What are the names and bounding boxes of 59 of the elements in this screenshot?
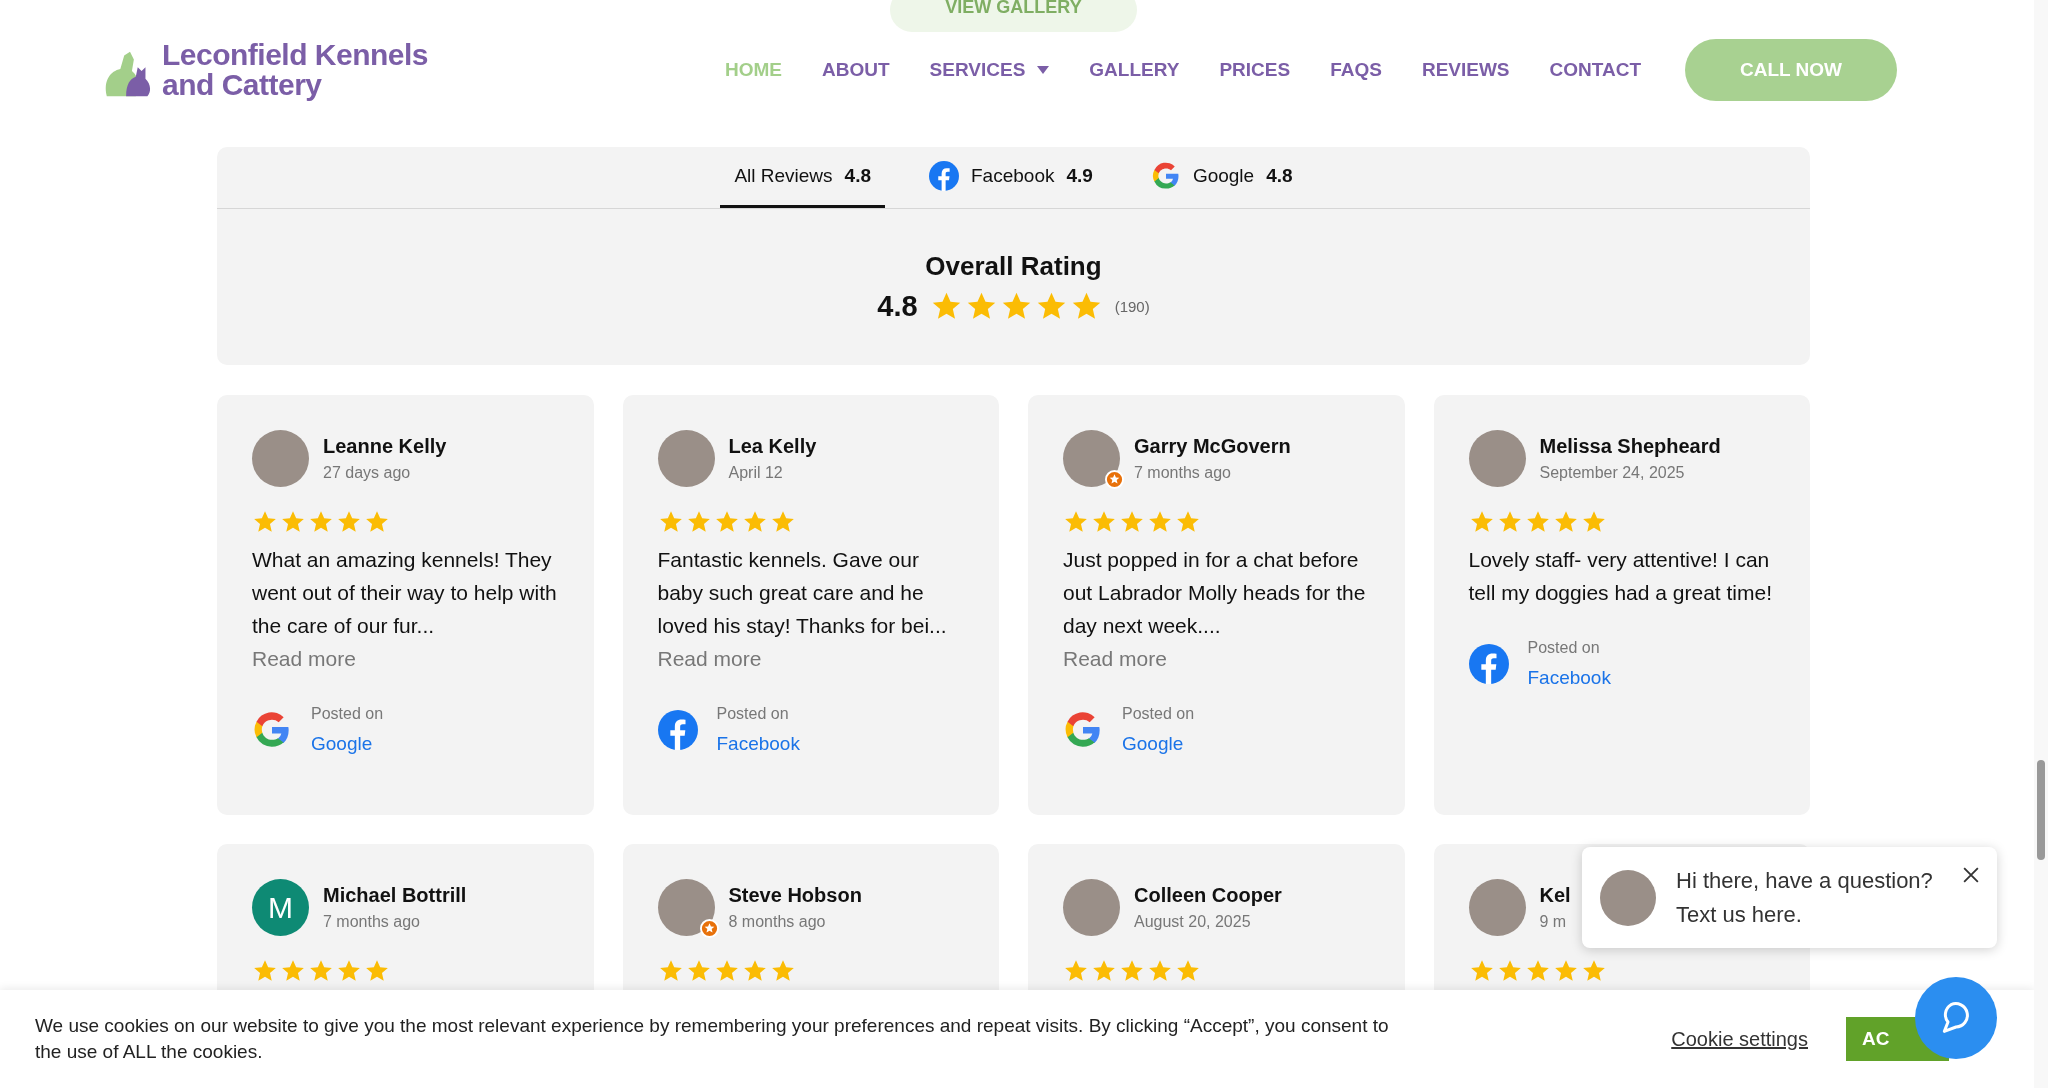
chat-message: Hi there, have a question? Text us here. xyxy=(1676,866,1934,929)
google-icon xyxy=(1150,161,1181,191)
reviewer-name: Kel xyxy=(1539,884,1571,907)
nav-link[interactable]: FAQS xyxy=(1330,59,1382,81)
review-date: 7 months ago xyxy=(323,913,421,931)
review-date: 27 days ago xyxy=(323,464,412,482)
source-link[interactable]: Facebook xyxy=(716,733,800,755)
review-tab[interactable]: Google 4.8 xyxy=(1136,147,1307,208)
reviewer-name: Melissa Shepheard xyxy=(1539,435,1721,458)
overall-rating-value: 4.8 xyxy=(877,290,918,323)
review-date: 9 m xyxy=(1539,913,1568,931)
review-date: 7 months ago xyxy=(1134,464,1232,482)
nav-link[interactable]: PRICES xyxy=(1219,59,1291,81)
review-date: April 12 xyxy=(728,464,784,482)
posted-on-label: Posted on xyxy=(1527,639,1601,657)
review-tab[interactable]: Facebook 4.9 xyxy=(915,147,1107,208)
nav-link[interactable]: GALLERY xyxy=(1089,59,1180,81)
posted-on-label: Posted on xyxy=(716,705,790,723)
read-more-link[interactable]: Read more xyxy=(657,642,762,675)
source-link[interactable]: Google xyxy=(311,733,384,755)
review-date: September 24, 2025 xyxy=(1539,464,1686,482)
reviewer-name: Steve Hobson xyxy=(728,884,862,907)
review-date: August 20, 2025 xyxy=(1134,913,1252,931)
review-text: What an amazing kennels! They went out of their way to help with the care of our fur... xyxy=(252,547,558,639)
review-text: Lovely staff- very attentive! I can tell my doggies had a great time! xyxy=(1468,547,1773,606)
posted-on-label: Posted on xyxy=(1122,705,1195,723)
posted-on-label: Posted on xyxy=(311,705,384,723)
facebook-icon xyxy=(657,710,698,750)
reviewer-name: Garry McGovern xyxy=(1134,435,1291,458)
reviewer-name: Lea Kelly xyxy=(728,435,817,458)
nav-link[interactable]: SERVICES xyxy=(929,59,1050,81)
source-link[interactable]: Google xyxy=(1122,733,1195,755)
review-text: Just popped in for a chat before out Labrador Molly heads for the day next week.... xyxy=(1063,547,1367,639)
nav-link[interactable]: ABOUT xyxy=(822,59,890,81)
facebook-icon xyxy=(929,161,959,191)
logo-text[interactable]: Leconfield Kennels and Cattery xyxy=(162,40,429,100)
overall-rating-title: Overall Rating xyxy=(925,251,1102,282)
read-more-link[interactable]: Read more xyxy=(1063,642,1167,675)
read-more-link[interactable]: Read more xyxy=(252,642,356,675)
google-icon xyxy=(1063,710,1103,750)
cookie-settings-link[interactable]: Cookie settings xyxy=(1671,1027,1808,1051)
scrollbar[interactable] xyxy=(2034,0,2048,1088)
review-date: 8 months ago xyxy=(728,913,827,931)
reviewer-name: Michael Bottrill xyxy=(323,884,467,907)
review-tab[interactable]: All Reviews 4.8 xyxy=(720,147,885,208)
reviewer-name: Leanne Kelly xyxy=(323,435,447,458)
source-link[interactable]: Facebook xyxy=(1527,667,1611,689)
cookie-notice-text: We use cookies on our website to give you the most relevant experience by remembering your preferences and repeat visits. By clicking “Accept”, you consent to the use of ALL the cookies. xyxy=(35,1014,1390,1064)
review-text: Fantastic kennels. Gave our baby such great care and he loved his stay! Thanks for bei... xyxy=(657,547,948,639)
nav-link[interactable]: CONTACT xyxy=(1549,59,1641,81)
google-icon xyxy=(252,710,292,750)
review-count: (190) xyxy=(1114,298,1150,315)
reviewer-name: Colleen Cooper xyxy=(1134,884,1282,907)
close-icon[interactable] xyxy=(1963,867,1979,883)
facebook-icon xyxy=(1468,644,1509,684)
avatar-placeholder xyxy=(1063,430,1120,487)
avatar-placeholder xyxy=(657,879,715,936)
nav-link[interactable]: REVIEWS xyxy=(1421,59,1510,81)
letter-avatar: M xyxy=(252,879,309,936)
